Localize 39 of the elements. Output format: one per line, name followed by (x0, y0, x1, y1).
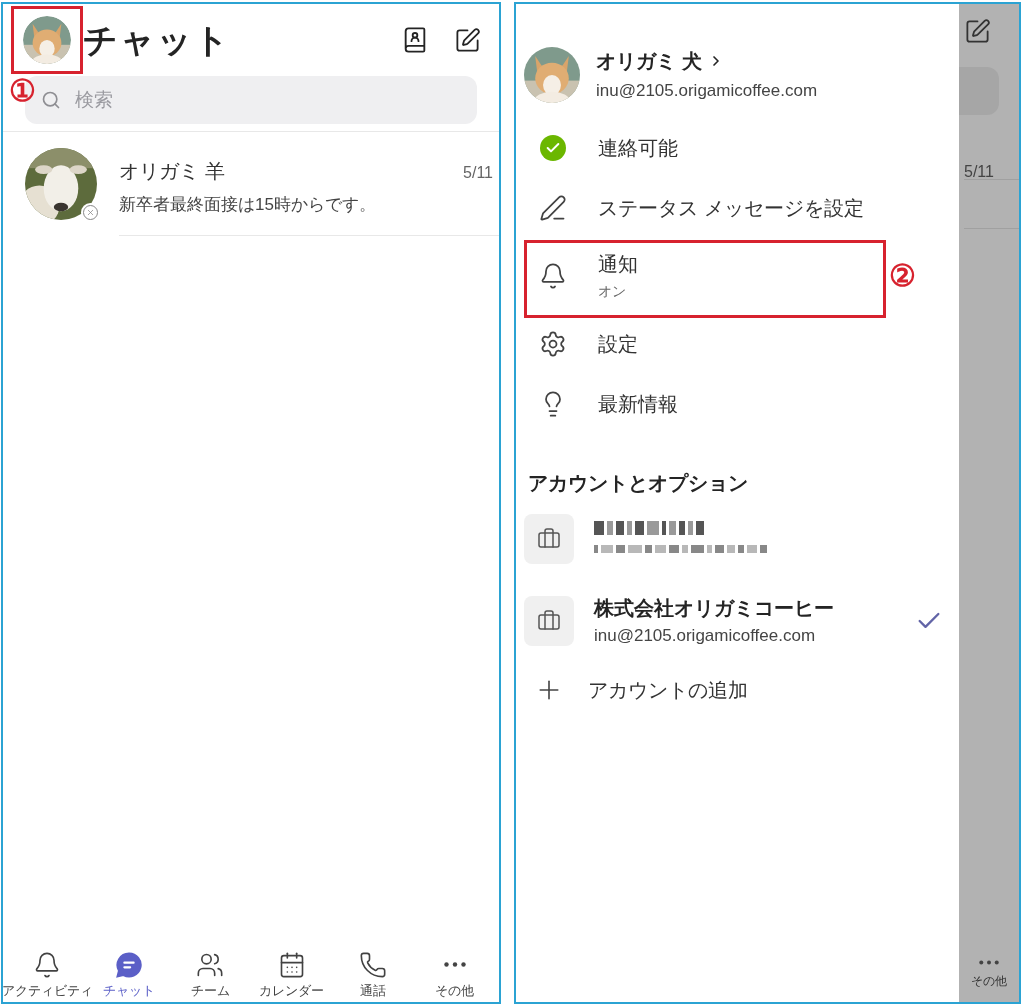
chat-list-item[interactable]: オリガミ 羊 5/11 新卒者最終面接は15時からです。 (3, 132, 499, 236)
settings-icon (539, 329, 567, 358)
message-date: 5/11 (964, 162, 995, 182)
compose-icon (964, 18, 991, 45)
more-icon (978, 959, 999, 965)
annotation-highlight-box (11, 6, 83, 74)
account-item[interactable]: 株式会社オリガミコーヒー inu@2105.origamicoffee.com (524, 595, 959, 646)
nav-label: その他 (970, 973, 1007, 990)
profile-name-link[interactable]: オリガミ 犬 (596, 46, 818, 76)
contact-name: オリガミ 羊 (119, 159, 225, 184)
nav-tab[interactable]: その他 (414, 950, 495, 1000)
phone-icon (359, 950, 388, 979)
briefcase-icon (524, 513, 574, 564)
account-email: inu@2105.origamicoffee.com (594, 624, 817, 647)
drawer-menu-item[interactable]: 連絡可能 (524, 117, 959, 178)
nav-tab[interactable]: チーム (170, 950, 251, 1000)
briefcase-icon (524, 595, 574, 646)
bell-icon (33, 950, 61, 979)
nav-tab[interactable]: 通話 (333, 950, 414, 1000)
message-preview: 新卒者最終面接は15時からです。 (119, 194, 377, 216)
search-icon (41, 90, 61, 110)
more-icon (443, 962, 466, 967)
nav-tab[interactable]: カレンダー (251, 950, 332, 1000)
drawer-menu-item[interactable]: ステータス メッセージを設定 (524, 177, 959, 238)
compose-icon (453, 26, 481, 54)
section-title: アカウントとオプション (528, 470, 749, 496)
screen-title: チャット (83, 19, 231, 61)
profile-avatar-button[interactable] (23, 16, 71, 64)
annotation-number: ② (889, 259, 916, 293)
search-input[interactable]: 検索 (75, 85, 461, 115)
message-date: 5/11 (463, 163, 493, 183)
chat-bubble-icon (114, 950, 143, 979)
drawer-menu-item[interactable]: 設定 (524, 313, 959, 374)
drawer-menu-item[interactable]: 最新情報 (524, 373, 959, 434)
bell-icon (539, 261, 567, 290)
pen-icon (539, 193, 567, 222)
profile-email: inu@2105.origamicoffee.com (596, 80, 818, 102)
account-name: 株式会社オリガミコーヒー (594, 595, 835, 621)
add-account-button[interactable]: アカウントの追加 (524, 667, 959, 712)
